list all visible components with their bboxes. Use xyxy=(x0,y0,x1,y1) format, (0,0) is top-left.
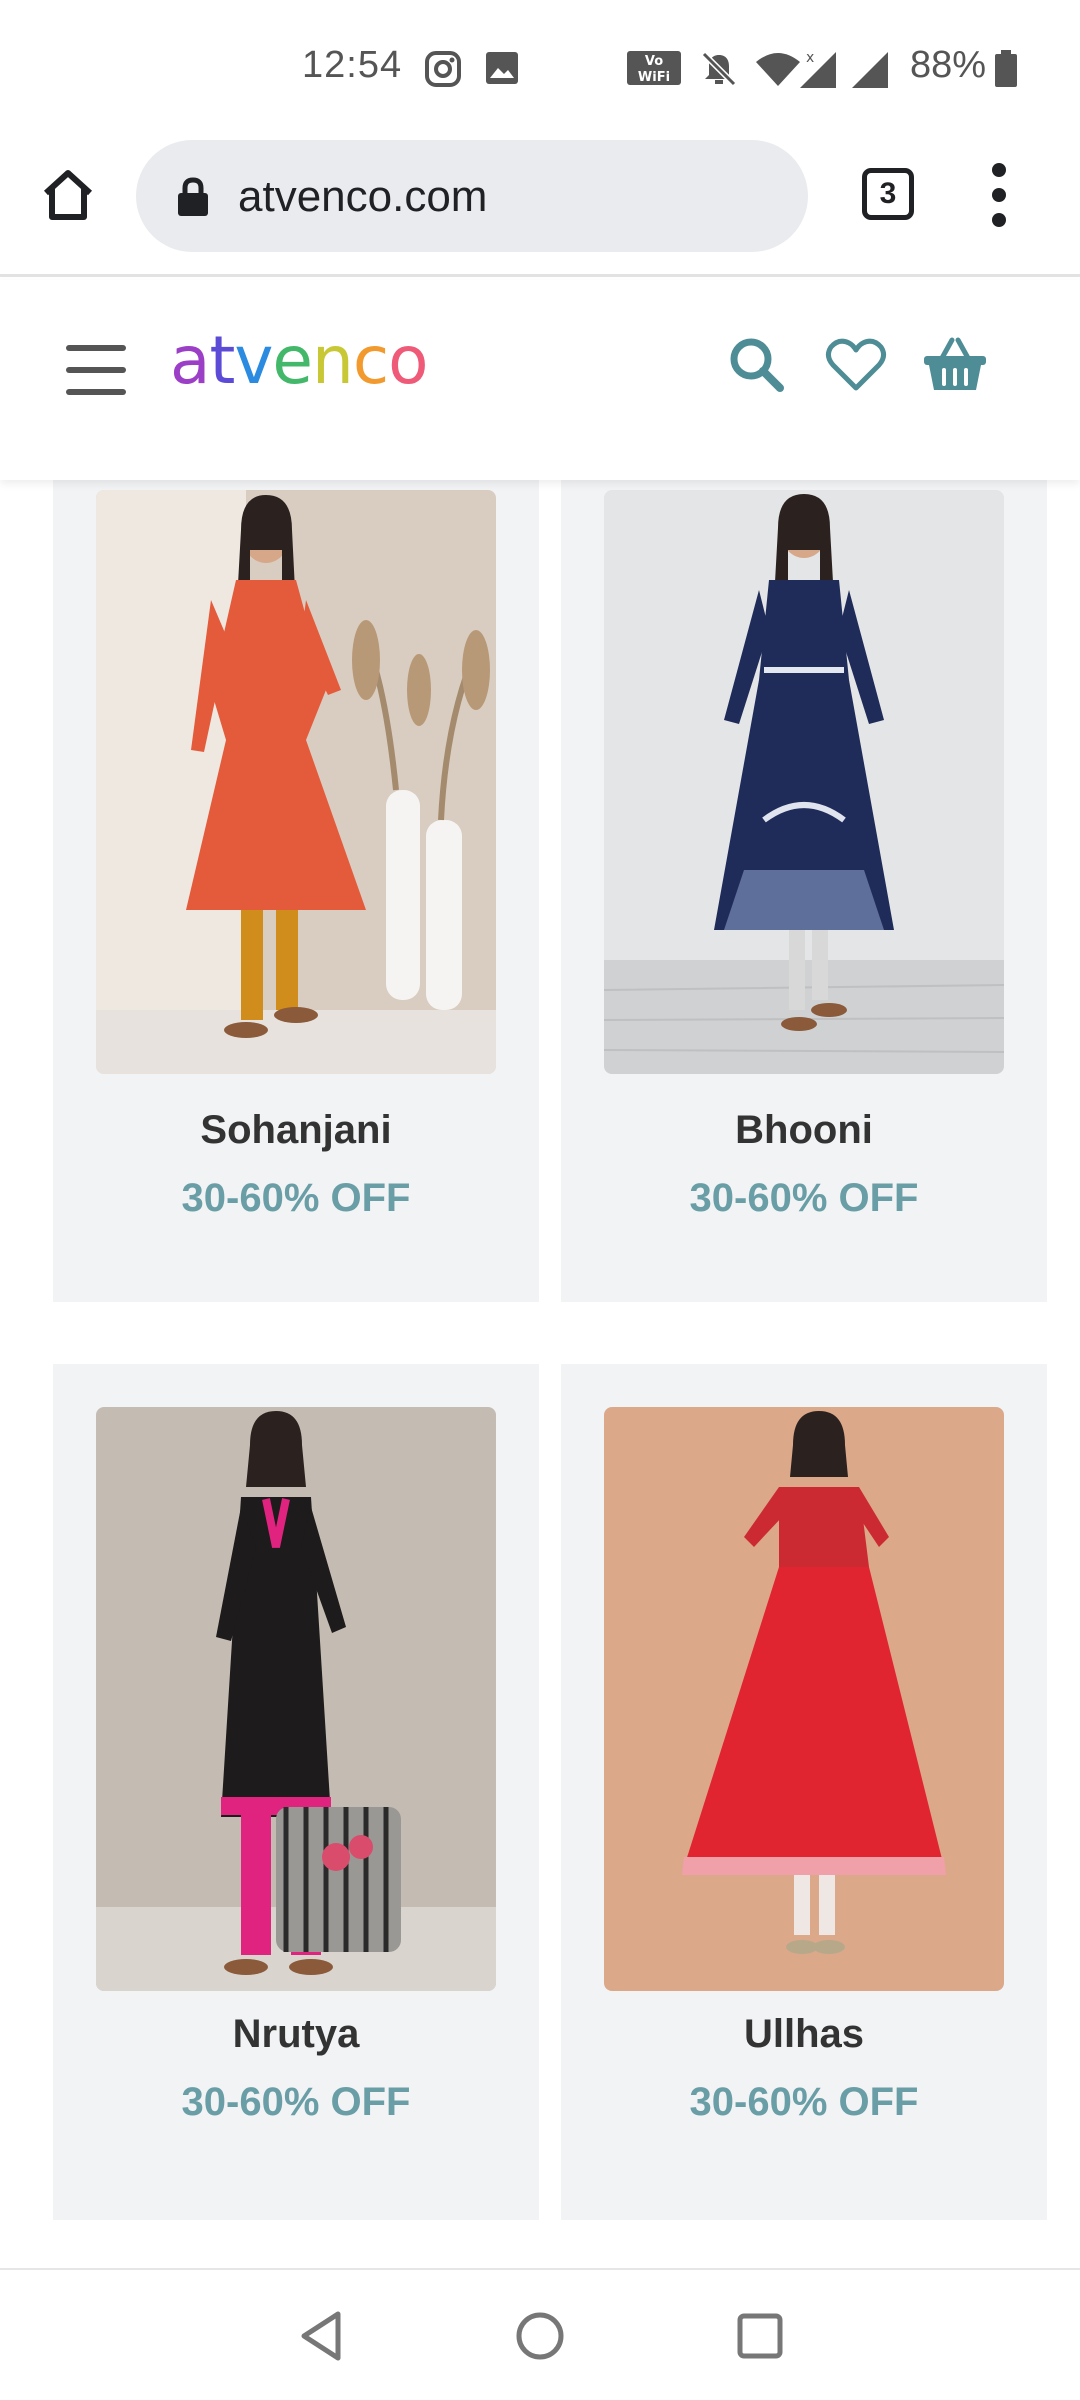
signal-icon: x xyxy=(800,50,836,88)
gallery-icon xyxy=(486,52,518,84)
product-offer: 30-60% OFF xyxy=(181,2080,411,2124)
product-image[interactable] xyxy=(96,490,496,1074)
lock-icon xyxy=(178,177,208,216)
home-nav-icon[interactable] xyxy=(512,2308,568,2364)
product-card[interactable]: Ullhas 30-60% OFF xyxy=(561,1364,1047,2220)
logo-letter: n xyxy=(312,322,354,399)
status-time: 12:54 xyxy=(302,44,403,86)
product-grid: Sohanjani 30-60% OFF Bhooni 30-60% OFF N… xyxy=(0,480,1080,2268)
basket-icon[interactable] xyxy=(922,332,988,398)
wifi-icon xyxy=(756,53,800,86)
product-card[interactable]: Bhooni 30-60% OFF xyxy=(561,480,1047,1302)
search-icon[interactable] xyxy=(724,332,790,398)
product-offer: 30-60% OFF xyxy=(689,2080,919,2124)
svg-text:Vo: Vo xyxy=(645,54,663,69)
product-image[interactable] xyxy=(604,490,1004,1074)
signal-icon-2 xyxy=(852,52,888,88)
product-name[interactable]: Nrutya xyxy=(53,2012,539,2057)
recents-icon[interactable] xyxy=(732,2308,788,2364)
product-offer: 30-60% OFF xyxy=(689,1176,919,1220)
logo-letter: v xyxy=(234,322,273,399)
mute-icon xyxy=(701,51,737,87)
logo-letter: a xyxy=(170,322,210,399)
site-header: atvenco xyxy=(0,280,1080,480)
product-offer: 30-60% OFF xyxy=(181,1176,411,1220)
instagram-icon xyxy=(425,51,461,87)
product-image[interactable] xyxy=(96,1407,496,1991)
home-icon[interactable] xyxy=(38,165,98,225)
product-name[interactable]: Bhooni xyxy=(561,1108,1047,1153)
product-name[interactable]: Ullhas xyxy=(561,2012,1047,2057)
product-card[interactable]: Sohanjani 30-60% OFF xyxy=(53,480,539,1302)
url-text: atvenco.com xyxy=(238,172,488,221)
logo-letter: e xyxy=(272,322,313,399)
tab-switcher-button[interactable]: 3 xyxy=(862,168,914,220)
battery-icon xyxy=(995,50,1017,87)
battery-percent: 88% xyxy=(910,44,987,86)
svg-text:WiFi: WiFi xyxy=(638,70,670,85)
hamburger-menu-icon[interactable] xyxy=(66,345,126,395)
status-bar: 12:54 Vo WiFi x 88% xyxy=(0,0,1080,135)
logo-letter: c xyxy=(352,322,389,399)
browser-toolbar: atvenco.com 3 xyxy=(0,135,1080,277)
vowifi-icon: Vo WiFi xyxy=(627,51,681,85)
product-image[interactable] xyxy=(604,1407,1004,1991)
site-logo[interactable]: atvenco xyxy=(170,322,429,399)
product-card[interactable]: Nrutya 30-60% OFF xyxy=(53,1364,539,2220)
product-name[interactable]: Sohanjani xyxy=(53,1108,539,1153)
logo-letter: t xyxy=(209,322,235,399)
svg-text:x: x xyxy=(806,50,814,66)
address-bar[interactable]: atvenco.com xyxy=(136,140,808,252)
system-nav-bar xyxy=(0,2268,1080,2400)
logo-letter: o xyxy=(388,322,428,399)
heart-icon[interactable] xyxy=(823,332,889,398)
back-icon[interactable] xyxy=(294,2308,350,2364)
overflow-menu-icon[interactable] xyxy=(985,163,1015,227)
